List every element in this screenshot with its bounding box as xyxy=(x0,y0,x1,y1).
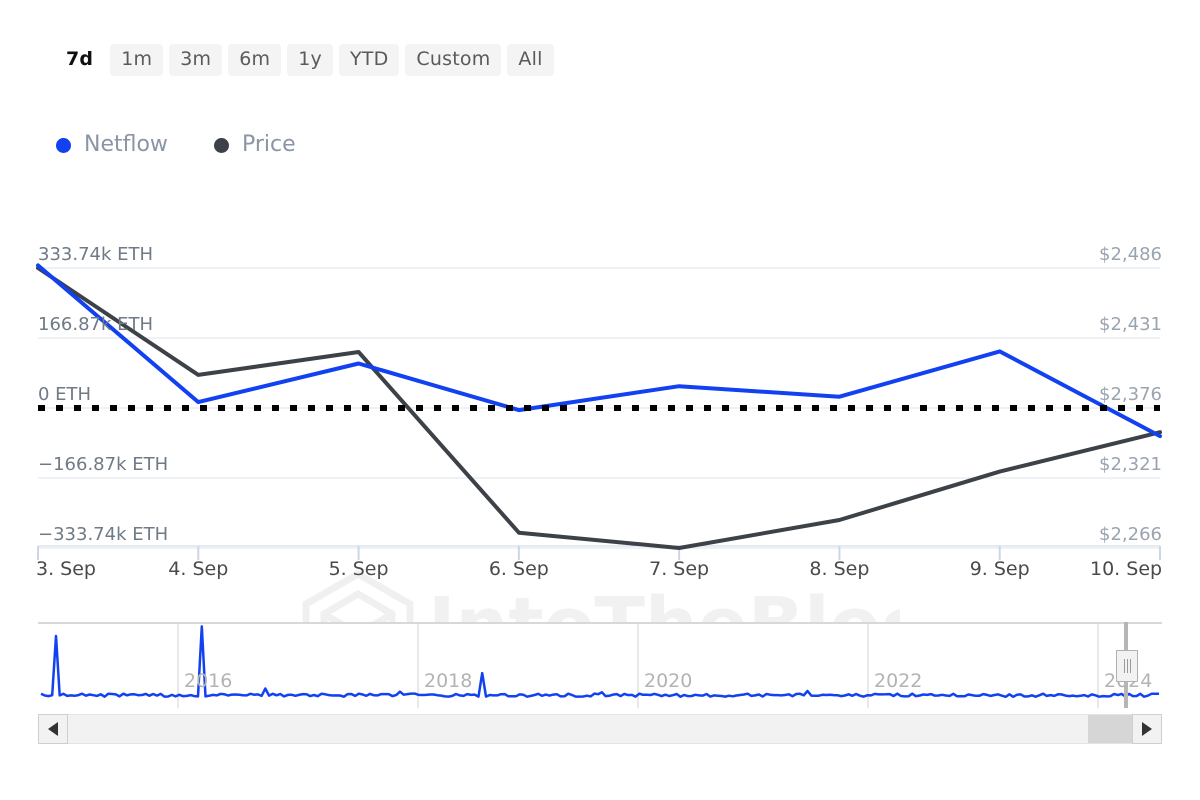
x-axis-tick-0: 3. Sep xyxy=(36,558,96,580)
legend-label-price: Price xyxy=(241,132,296,157)
range-button-7d[interactable]: 7d xyxy=(55,44,105,76)
scrollbar-track[interactable] xyxy=(68,714,1132,744)
navigator-svg xyxy=(38,622,1162,708)
range-button-all[interactable]: All xyxy=(507,44,554,76)
range-selector: 7d 1m 3m 6m 1y YTD Custom All xyxy=(55,44,554,76)
navigator-year-2016: 2016 xyxy=(184,670,233,692)
range-button-ytd[interactable]: YTD xyxy=(338,44,400,76)
legend-dot-icon-price xyxy=(213,137,229,153)
left-axis-tick-2: 0 ETH xyxy=(38,384,92,405)
arrow-left-glyph xyxy=(48,722,58,736)
range-button-custom[interactable]: Custom xyxy=(405,44,502,76)
legend-dot-icon-netflow xyxy=(56,137,71,153)
left-axis-tick-1: 166.87k ETH xyxy=(38,314,154,335)
right-axis-tick-4: $2,266 xyxy=(1099,524,1162,545)
x-axis-tick-1: 4. Sep xyxy=(168,558,229,580)
legend-item-price[interactable]: Price xyxy=(213,132,296,157)
arrow-right-icon[interactable] xyxy=(1132,714,1162,744)
arrow-left-icon[interactable] xyxy=(38,714,68,744)
navigator-drag-handle-icon[interactable] xyxy=(1116,650,1138,682)
x-axis-tick-5: 8. Sep xyxy=(809,558,870,580)
navigator-year-2022: 2022 xyxy=(874,670,923,692)
range-button-1m[interactable]: 1m xyxy=(110,44,164,76)
range-button-1y[interactable]: 1y xyxy=(287,44,333,76)
chart-legend: Netflow Price xyxy=(56,134,296,156)
scrollbar-thumb[interactable] xyxy=(1088,715,1132,743)
netflow-price-chart[interactable]: IntoTheBlock 333.74k ETH166.87k ETH0 ETH… xyxy=(0,230,1200,688)
chart-plot-svg xyxy=(36,263,1162,560)
right-axis-tick-3: $2,321 xyxy=(1099,454,1162,475)
x-axis-tick-2: 5. Sep xyxy=(328,558,389,580)
navigator-year-2020: 2020 xyxy=(644,670,693,692)
range-button-3m[interactable]: 3m xyxy=(169,44,223,76)
x-axis-tick-6: 9. Sep xyxy=(969,558,1030,580)
chart-navigator[interactable]: 20162018202020222024 xyxy=(38,622,1162,708)
arrow-right-glyph xyxy=(1142,722,1152,736)
left-axis-tick-4: −333.74k ETH xyxy=(38,524,169,545)
navigator-scrollbar[interactable] xyxy=(38,714,1162,744)
right-axis-tick-2: $2,376 xyxy=(1099,384,1162,405)
right-axis-tick-1: $2,431 xyxy=(1099,314,1162,335)
legend-label-netflow: Netflow xyxy=(84,132,168,157)
navigator-year-2018: 2018 xyxy=(424,670,473,692)
left-axis-tick-0: 333.74k ETH xyxy=(38,244,154,265)
x-axis-tick-3: 6. Sep xyxy=(488,558,549,580)
left-axis-tick-3: −166.87k ETH xyxy=(38,454,169,475)
x-axis-tick-4: 7. Sep xyxy=(649,558,710,580)
x-axis-tick-7: 10. Sep xyxy=(1090,558,1163,580)
legend-item-netflow[interactable]: Netflow xyxy=(56,134,168,156)
range-button-6m[interactable]: 6m xyxy=(228,44,282,76)
right-axis-tick-0: $2,486 xyxy=(1099,244,1162,265)
